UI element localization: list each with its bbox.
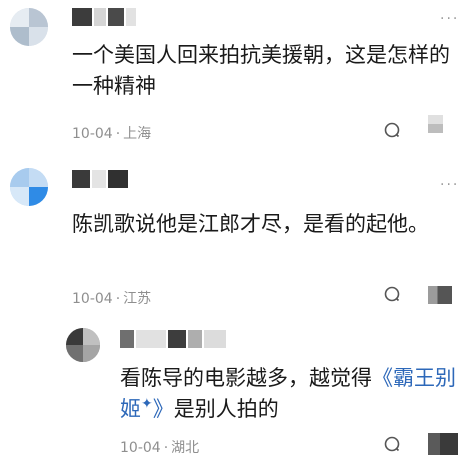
reply-item: 看陈导的电影越多，越觉得《霸王别姬✦》是别人拍的 10-04 · 湖北 (0, 320, 474, 461)
movie-link-open: 《 (372, 366, 393, 390)
comment-meta: 10-04 · 江苏 (72, 288, 151, 308)
reply-text-after: 是别人拍的 (173, 397, 279, 421)
meta-separator: · (163, 440, 169, 456)
reply-bubble-icon[interactable] (384, 286, 400, 302)
comment-item: ··· 一个美国人回来拍抗美援朝，这是怎样的一种精神 10-04 · 上海 (0, 0, 474, 150)
comment-meta: 10-04 · 上海 (72, 123, 151, 143)
comment-meta: 10-04 · 湖北 (120, 437, 199, 457)
reply-bubble-icon[interactable] (384, 436, 400, 452)
comment-text: 一个美国人回来拍抗美援朝，这是怎样的一种精神 (72, 43, 450, 98)
username-redacted[interactable] (72, 170, 128, 188)
comment-date: 10-04 (72, 291, 113, 307)
reply-bubble-icon[interactable] (384, 122, 400, 138)
more-dots-icon[interactable]: ··· (440, 12, 459, 26)
comment-item: ··· 陈凯歌说他是江郎才尽，是看的起他。 10-04 · 江苏 (0, 160, 474, 310)
comment-date: 10-04 (72, 126, 113, 142)
comment-text: 陈凯歌说他是江郎才尽，是看的起他。 (72, 212, 429, 236)
more-dots-icon[interactable]: ··· (440, 178, 459, 192)
like-icon-redacted[interactable] (428, 115, 443, 133)
comment-location: 江苏 (123, 291, 152, 307)
avatar[interactable] (10, 168, 48, 206)
meta-separator: · (115, 126, 121, 142)
comment-location: 上海 (123, 126, 152, 142)
like-icon-redacted[interactable] (428, 286, 452, 304)
username-redacted[interactable] (72, 8, 136, 26)
like-icon-redacted[interactable] (428, 433, 458, 455)
username-redacted[interactable] (120, 330, 226, 348)
reply-text-before: 看陈导的电影越多，越觉得 (120, 366, 372, 390)
comment-location: 湖北 (171, 440, 200, 456)
reply-text: 看陈导的电影越多，越觉得《霸王别姬✦》是别人拍的 (120, 363, 470, 425)
meta-separator: · (115, 291, 121, 307)
movie-link-sparkle-icon: ✦ (141, 396, 153, 412)
avatar[interactable] (66, 328, 100, 362)
movie-link-close: 》 (152, 397, 174, 421)
comment-date: 10-04 (120, 440, 161, 456)
avatar[interactable] (10, 8, 48, 46)
